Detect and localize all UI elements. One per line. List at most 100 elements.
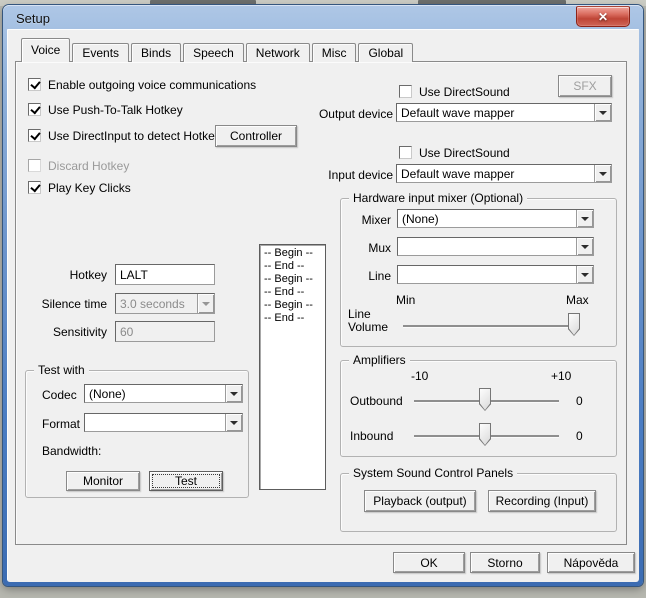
checkbox-unchecked-icon xyxy=(399,146,412,159)
recording-input-button[interactable]: Recording (Input) xyxy=(488,490,596,512)
tab-speech[interactable]: Speech xyxy=(183,43,244,62)
tab-events[interactable]: Events xyxy=(72,43,129,62)
list-item[interactable]: -- Begin -- xyxy=(264,247,321,260)
chevron-down-icon xyxy=(202,302,210,306)
bandwidth-label: Bandwidth: xyxy=(42,444,101,459)
hardware-mixer-group: Hardware input mixer (Optional) Mixer (N… xyxy=(340,198,617,347)
mixer-label: Mixer xyxy=(347,213,391,228)
dropdown-arrow-button[interactable] xyxy=(576,266,593,283)
checkbox-checked-icon xyxy=(28,181,41,194)
format-select[interactable] xyxy=(84,413,243,432)
list-item[interactable]: -- End -- xyxy=(264,286,321,299)
checkbox-directinput[interactable]: Use DirectInput to detect Hotkey xyxy=(28,128,221,143)
sensitivity-label: Sensitivity xyxy=(27,325,107,340)
checkbox-play-key-clicks[interactable]: Play Key Clicks xyxy=(28,180,131,195)
silence-time-label: Silence time xyxy=(27,297,107,312)
checkbox-label: Use DirectInput to detect Hotkey xyxy=(48,129,221,143)
group-title: Hardware input mixer (Optional) xyxy=(349,191,527,206)
list-item[interactable]: -- Begin -- xyxy=(264,299,321,312)
window-title: Setup xyxy=(16,11,50,26)
outbound-slider-thumb[interactable] xyxy=(479,388,491,411)
dropdown-arrow-button[interactable] xyxy=(225,385,242,402)
line-volume-slider-thumb[interactable] xyxy=(568,313,580,336)
list-item[interactable]: -- End -- xyxy=(264,260,321,273)
checkbox-label: Use DirectSound xyxy=(419,146,510,160)
mixer-value: (None) xyxy=(398,210,576,227)
input-device-value: Default wave mapper xyxy=(397,165,594,182)
checkbox-enable-outgoing[interactable]: Enable outgoing voice communications xyxy=(28,77,256,92)
dropdown-arrow-button[interactable] xyxy=(594,165,611,182)
title-bar[interactable]: Setup ✕ xyxy=(3,5,643,30)
input-device-select[interactable]: Default wave mapper xyxy=(396,164,612,183)
line-volume-label: Volume xyxy=(348,320,388,335)
tab-strip: Voice Events Binds Speech Network Misc G… xyxy=(21,38,415,62)
outbound-value: 0 xyxy=(576,394,583,409)
mixer-select[interactable]: (None) xyxy=(397,209,594,228)
checkbox-use-directsound-output[interactable]: Use DirectSound xyxy=(399,84,510,99)
codec-label: Codec xyxy=(42,388,77,403)
hotkey-label: Hotkey xyxy=(27,268,107,283)
line-volume-slider-track[interactable] xyxy=(403,325,579,327)
tab-binds[interactable]: Binds xyxy=(131,43,181,62)
chevron-down-icon xyxy=(581,273,589,277)
inbound-slider-thumb[interactable] xyxy=(479,423,491,446)
monitor-button[interactable]: Monitor xyxy=(66,471,140,491)
checkbox-label: Discard Hotkey xyxy=(48,159,129,173)
checkbox-checked-icon xyxy=(28,78,41,91)
hotkey-input[interactable]: LALT xyxy=(115,264,215,285)
checkbox-unchecked-icon xyxy=(399,85,412,98)
list-item[interactable]: -- End -- xyxy=(264,312,321,325)
output-device-select[interactable]: Default wave mapper xyxy=(396,103,612,122)
mux-select[interactable] xyxy=(397,237,594,256)
checkbox-unchecked-icon xyxy=(28,159,41,172)
checkbox-label: Enable outgoing voice communications xyxy=(48,78,256,92)
cancel-button[interactable]: Storno xyxy=(470,552,540,573)
chevron-down-icon xyxy=(599,111,607,115)
outbound-label: Outbound xyxy=(350,394,403,409)
group-title: Test with xyxy=(34,363,89,378)
checkbox-label: Use DirectSound xyxy=(419,85,510,99)
dropdown-arrow-button[interactable] xyxy=(594,104,611,121)
chevron-down-icon xyxy=(581,245,589,249)
max-label: Max xyxy=(566,293,589,308)
sound-control-panels-group: System Sound Control Panels Playback (ou… xyxy=(340,473,617,532)
close-icon: ✕ xyxy=(598,10,608,24)
silence-time-select: 3.0 seconds xyxy=(115,293,215,314)
format-label: Format xyxy=(42,417,80,432)
checkbox-checked-icon xyxy=(28,129,41,142)
checkbox-use-directsound-input[interactable]: Use DirectSound xyxy=(399,145,510,160)
ok-button[interactable]: OK xyxy=(393,552,465,573)
checkbox-push-to-talk[interactable]: Use Push-To-Talk Hotkey xyxy=(28,102,183,117)
format-value xyxy=(85,414,225,431)
amp-max-label: +10 xyxy=(551,369,571,384)
playback-output-button[interactable]: Playback (output) xyxy=(364,490,476,512)
line-select[interactable] xyxy=(397,265,594,284)
list-item[interactable]: -- Begin -- xyxy=(264,273,321,286)
mux-label: Mux xyxy=(347,241,391,256)
line-label: Line xyxy=(347,269,391,284)
checkbox-label: Use Push-To-Talk Hotkey xyxy=(48,103,183,117)
output-device-label: Output device xyxy=(311,107,393,122)
dropdown-arrow-button[interactable] xyxy=(576,210,593,227)
min-label: Min xyxy=(396,293,415,308)
test-button[interactable]: Test xyxy=(149,471,223,491)
tab-global[interactable]: Global xyxy=(358,43,413,62)
group-title: Amplifiers xyxy=(349,353,410,368)
dropdown-arrow-button xyxy=(197,294,214,313)
dropdown-arrow-button[interactable] xyxy=(576,238,593,255)
close-button[interactable]: ✕ xyxy=(576,6,630,27)
amplifiers-group: Amplifiers -10 +10 Outbound 0 Inbound 0 xyxy=(340,360,617,457)
inbound-value: 0 xyxy=(576,429,583,444)
mux-value xyxy=(398,238,576,255)
dropdown-arrow-button[interactable] xyxy=(225,414,242,431)
output-device-value: Default wave mapper xyxy=(397,104,594,121)
tab-network[interactable]: Network xyxy=(246,43,310,62)
tab-voice[interactable]: Voice xyxy=(21,38,70,62)
tab-misc[interactable]: Misc xyxy=(312,43,357,62)
screen: Setup ✕ Voice Events Binds Speech Networ… xyxy=(0,0,646,598)
hotkey-event-list[interactable]: -- Begin -- -- End -- -- Begin -- -- End… xyxy=(259,244,326,490)
codec-select[interactable]: (None) xyxy=(84,384,243,403)
controller-button[interactable]: Controller xyxy=(215,125,297,147)
help-button[interactable]: Nápověda xyxy=(547,552,635,573)
checkbox-checked-icon xyxy=(28,103,41,116)
